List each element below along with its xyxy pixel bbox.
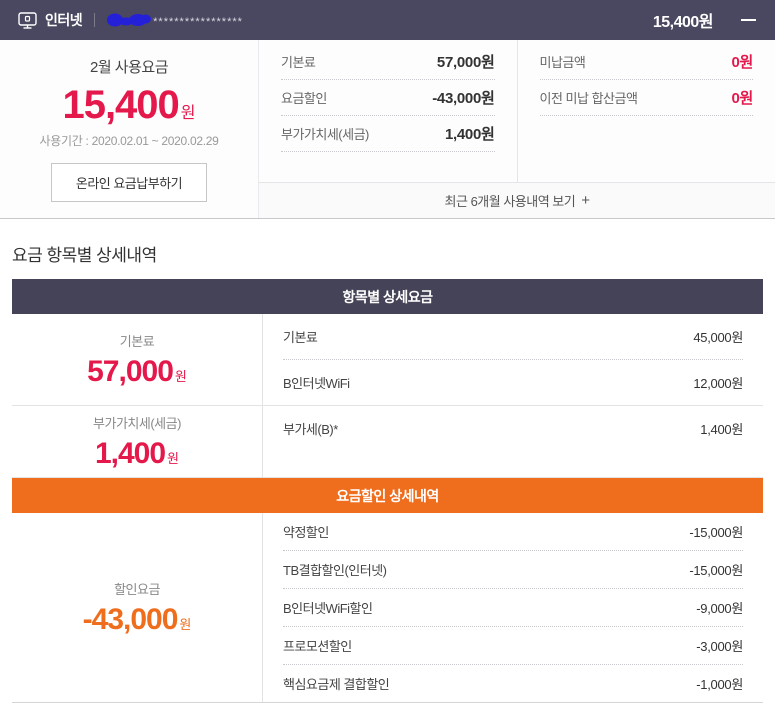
item-label: 부가세(B)*: [283, 419, 338, 438]
group-label: 부가가치세(세금): [93, 413, 181, 432]
topbar-total-amount: 15,400원: [653, 8, 713, 32]
item-label: 약정할인: [283, 522, 329, 541]
summary-panels: 기본료 57,000원 요금할인 -43,000원 부가가치세(세금) 1,40…: [259, 40, 775, 182]
monitor-icon: [18, 12, 37, 29]
monthly-amount-unit: 원: [181, 105, 196, 122]
group-amount-unit: 원: [175, 369, 187, 384]
table-row: B인터넷WiFi할인 -9,000원: [283, 589, 743, 627]
summary-row-basic: 기본료 57,000원: [281, 44, 495, 80]
group-amount: -43,000원: [83, 603, 192, 637]
item-value: -1,000원: [696, 674, 743, 693]
table-row: 약정할인 -15,000원: [283, 513, 743, 551]
topbar-divider: [94, 13, 95, 27]
bill-summary-card: 2월 사용요금 15,400원 사용기간 : 2020.02.01 ~ 2020…: [0, 40, 775, 219]
item-value: 45,000원: [693, 327, 743, 346]
table-row: 프로모션할인 -3,000원: [283, 627, 743, 665]
basic-charge-items: 기본료 45,000원 B인터넷WiFi 12,000원: [262, 314, 763, 405]
row-label: 기본료: [281, 52, 315, 71]
summary-row-unpaid: 미납금액 0원: [540, 44, 754, 80]
table-row: B인터넷WiFi 12,000원: [283, 360, 743, 405]
unpaid-summary-panel: 미납금액 0원 이전 미납 합산금액 0원: [517, 40, 775, 182]
row-label: 요금할인: [281, 88, 327, 107]
charge-summary-panel: 기본료 57,000원 요금할인 -43,000원 부가가치세(세금) 1,40…: [259, 40, 517, 182]
table-row: TB결합할인(인터넷) -15,000원: [283, 551, 743, 589]
topbar-right: 15,400원: [653, 8, 757, 32]
topbar: 인터넷 ***************** 15,400원: [0, 0, 775, 40]
row-label: 이전 미납 합산금액: [540, 88, 638, 107]
item-label: TB결합할인(인터넷): [283, 560, 387, 579]
monthly-title: 2월 사용요금: [90, 56, 168, 77]
service-label: 인터넷: [45, 10, 82, 30]
item-label: B인터넷WiFi할인: [283, 598, 372, 617]
masked-account-scribble: [107, 12, 151, 28]
row-value: 0원: [731, 51, 753, 72]
item-label: 핵심요금제 결합할인: [283, 674, 389, 693]
monthly-amount-number: 15,400: [62, 83, 178, 127]
row-value: 0원: [731, 87, 753, 108]
group-amount-number: -43,000: [83, 603, 178, 636]
group-amount-number: 57,000: [87, 355, 173, 388]
masked-account-asterisks: *****************: [153, 16, 243, 28]
group-amount-unit: 원: [167, 451, 179, 466]
online-pay-button[interactable]: 온라인 요금납부하기: [51, 163, 207, 202]
row-value: -43,000원: [432, 87, 494, 108]
discount-items: 약정할인 -15,000원 TB결합할인(인터넷) -15,000원 B인터넷W…: [262, 513, 763, 702]
section-title: 요금 항목별 상세내역: [12, 241, 763, 266]
topbar-service: 인터넷 *****************: [18, 10, 243, 30]
discount-group: 할인요금 -43,000원 약정할인 -15,000원 TB결합할인(인터넷) …: [12, 513, 763, 702]
monthly-total-panel: 2월 사용요금 15,400원 사용기간 : 2020.02.01 ~ 2020…: [0, 40, 258, 218]
row-value: 1,400원: [445, 123, 495, 144]
item-value: -15,000원: [689, 560, 743, 579]
group-amount-number: 1,400: [95, 437, 165, 470]
plus-icon: +: [581, 192, 589, 209]
item-value: -9,000원: [696, 598, 743, 617]
row-label: 부가가치세(세금): [281, 124, 369, 143]
row-label: 미납금액: [540, 52, 586, 71]
item-value: 1,400원: [700, 419, 743, 438]
item-label: 프로모션할인: [283, 636, 352, 655]
fee-detail-table: 항목별 상세요금 기본료 57,000원 기본료 45,000원 B인터넷WiF…: [12, 279, 763, 703]
table-row: 핵심요금제 결합할인 -1,000원: [283, 665, 743, 702]
table-row: 기본료 45,000원: [283, 314, 743, 360]
item-label: 기본료: [283, 327, 317, 346]
group-amount: 1,400원: [95, 437, 179, 471]
group-amount: 57,000원: [87, 355, 187, 389]
item-label: B인터넷WiFi: [283, 373, 350, 392]
item-value: -3,000원: [696, 636, 743, 655]
basic-charge-group: 기본료 57,000원 기본료 45,000원 B인터넷WiFi 12,000원: [12, 314, 763, 406]
fee-detail-section: 요금 항목별 상세내역 항목별 상세요금 기본료 57,000원 기본료 45,…: [0, 241, 775, 703]
vat-items: 부가세(B)* 1,400원: [262, 406, 763, 477]
collapse-icon[interactable]: [739, 11, 757, 29]
discount-detail-header: 요금할인 상세내역: [12, 478, 763, 513]
item-value: -15,000원: [689, 522, 743, 541]
summary-row-prev-unpaid: 이전 미납 합산금액 0원: [540, 80, 754, 116]
monthly-amount: 15,400원: [62, 83, 195, 128]
table-row: 부가세(B)* 1,400원: [283, 406, 743, 451]
usage-period: 사용기간 : 2020.02.01 ~ 2020.02.29: [40, 132, 219, 149]
group-label: 할인요금: [114, 579, 160, 598]
discount-summary: 할인요금 -43,000원: [12, 513, 262, 702]
basic-charge-summary: 기본료 57,000원: [12, 314, 262, 405]
vat-summary: 부가가치세(세금) 1,400원: [12, 406, 262, 477]
group-label: 기본료: [120, 331, 154, 350]
group-amount-unit: 원: [179, 617, 191, 632]
item-value: 12,000원: [693, 373, 743, 392]
summary-breakdown: 기본료 57,000원 요금할인 -43,000원 부가가치세(세금) 1,40…: [258, 40, 775, 218]
vat-group: 부가가치세(세금) 1,400원 부가세(B)* 1,400원: [12, 406, 763, 478]
row-value: 57,000원: [437, 51, 495, 72]
summary-row-vat: 부가가치세(세금) 1,400원: [281, 116, 495, 152]
summary-row-discount: 요금할인 -43,000원: [281, 80, 495, 116]
recent-usage-link[interactable]: 최근 6개월 사용내역 보기 +: [259, 182, 775, 218]
charge-detail-header: 항목별 상세요금: [12, 279, 763, 314]
recent-usage-label: 최근 6개월 사용내역 보기: [445, 191, 576, 210]
